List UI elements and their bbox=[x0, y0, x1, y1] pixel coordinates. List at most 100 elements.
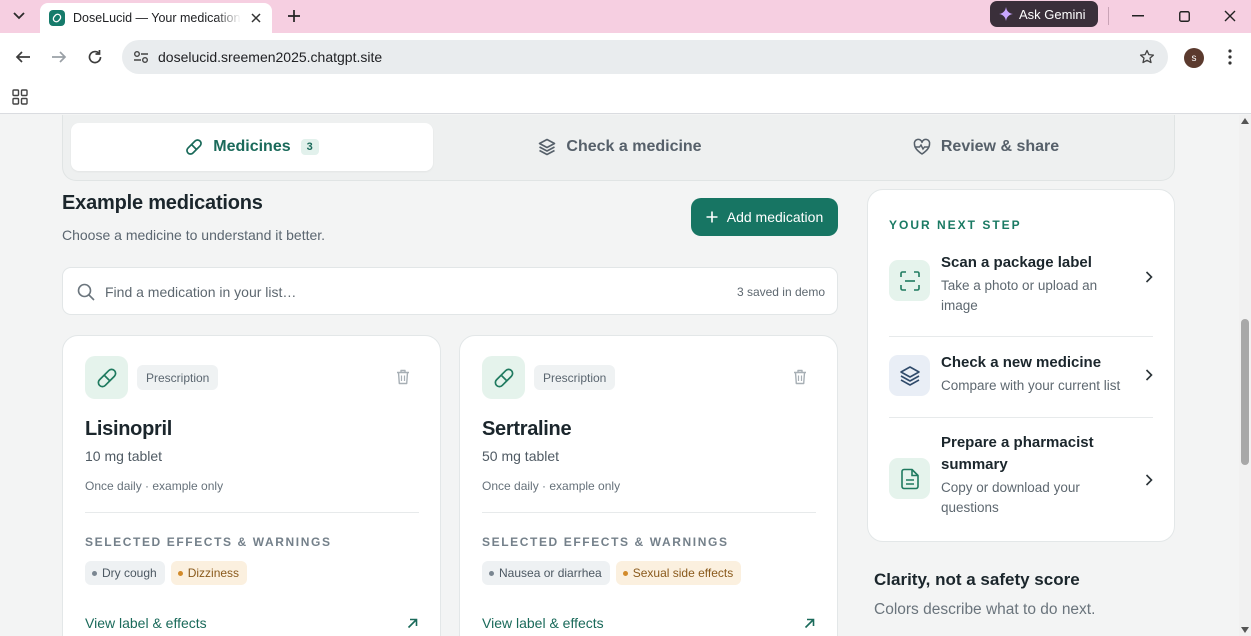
medicines-count-badge: 3 bbox=[300, 139, 319, 155]
page-scrollbar[interactable] bbox=[1239, 115, 1251, 636]
medication-dose: 50 mg tablet bbox=[482, 448, 560, 464]
forward-arrow-icon[interactable] bbox=[47, 45, 71, 69]
card-divider bbox=[85, 512, 419, 513]
view-label-link[interactable]: View label & effects bbox=[85, 615, 207, 631]
plus-icon bbox=[706, 211, 718, 223]
search-input[interactable] bbox=[105, 281, 665, 303]
step-title: Check a new medicine bbox=[941, 354, 1102, 371]
medication-frequency: Once daily · example only bbox=[482, 479, 621, 493]
page-subtitle: Choose a medicine to understand it bette… bbox=[62, 227, 326, 243]
scroll-thumb[interactable] bbox=[1241, 319, 1249, 465]
bookmarks-bar bbox=[0, 81, 1251, 114]
chip-dot bbox=[489, 570, 494, 576]
next-step-panel: YOUR NEXT STEP Scan a package label Take… bbox=[867, 189, 1175, 542]
step-description: Copy or download your questions bbox=[941, 480, 1080, 515]
effect-chip-label: Dry cough bbox=[102, 566, 157, 580]
profile-avatar[interactable]: s bbox=[1184, 48, 1204, 68]
prescription-tag: Prescription bbox=[137, 365, 219, 390]
add-medication-button[interactable]: Add medication bbox=[691, 198, 838, 236]
medication-frequency: Once daily · example only bbox=[85, 479, 224, 493]
new-tab-plus-icon[interactable] bbox=[283, 5, 305, 27]
ask-gemini-label: Ask Gemini bbox=[1019, 6, 1086, 22]
effects-chips: Nausea or diarrhea Sexual side effects bbox=[482, 561, 742, 585]
tab-check-medicine[interactable]: Check a medicine bbox=[435, 123, 805, 171]
section-tabs: Medicines 3 Check a medicine Review & sh… bbox=[62, 115, 1175, 181]
next-step-eyebrow: YOUR NEXT STEP bbox=[889, 218, 1022, 232]
effects-chips: Dry cough Dizziness bbox=[85, 561, 248, 585]
tab-check-medicine-label: Check a medicine bbox=[566, 138, 702, 155]
chevron-right-icon bbox=[1145, 473, 1153, 491]
chevron-right-icon bbox=[1145, 368, 1153, 386]
scan-icon bbox=[889, 260, 930, 301]
warning-chip: Dizziness bbox=[170, 561, 248, 585]
tab-title: DoseLucid — Your medications bbox=[73, 11, 241, 25]
chip-dot bbox=[177, 570, 183, 576]
favicon-icon bbox=[49, 10, 65, 26]
page-title: Example medications bbox=[62, 192, 263, 214]
clarity-heading: Clarity, not a safety score bbox=[874, 570, 1080, 589]
window-close-icon[interactable] bbox=[1217, 4, 1243, 28]
tab-list-chevron-icon[interactable] bbox=[8, 5, 30, 27]
more-menu-icon[interactable] bbox=[1220, 46, 1240, 68]
step-divider bbox=[889, 336, 1153, 337]
site-info-icon[interactable] bbox=[132, 48, 150, 66]
minimize-icon[interactable] bbox=[1125, 4, 1151, 28]
pill-icon bbox=[85, 356, 128, 399]
chip-dot bbox=[92, 570, 97, 576]
scroll-down-arrow-icon[interactable] bbox=[1241, 627, 1249, 633]
medication-card[interactable]: Prescription Sertraline 50 mg tablet Onc… bbox=[459, 335, 838, 636]
tab-medicines[interactable]: Medicines 3 bbox=[71, 123, 433, 171]
chip-dot bbox=[622, 570, 628, 576]
back-arrow-icon[interactable] bbox=[11, 45, 35, 69]
effects-heading: SELECTED EFFECTS & WARNINGS bbox=[482, 535, 729, 549]
medication-name: Sertraline bbox=[482, 418, 572, 440]
layers-icon bbox=[889, 355, 930, 396]
step-check-new-medicine[interactable]: Check a new medicine Compare with your c… bbox=[889, 352, 1153, 402]
browser-tabstrip: DoseLucid — Your medications Ask Gemini bbox=[0, 0, 1251, 33]
clarity-subtitle: Colors describe what to do next. bbox=[874, 601, 1096, 618]
sparkle-icon bbox=[999, 7, 1013, 21]
effects-heading: SELECTED EFFECTS & WARNINGS bbox=[85, 535, 332, 549]
view-label-link[interactable]: View label & effects bbox=[482, 615, 604, 631]
reload-icon[interactable] bbox=[83, 45, 107, 69]
scroll-up-arrow-icon[interactable] bbox=[1241, 118, 1249, 124]
chrome-divider bbox=[1108, 7, 1109, 25]
document-icon bbox=[889, 458, 930, 499]
chevron-right-icon bbox=[1145, 270, 1153, 288]
warning-chip-label: Dizziness bbox=[187, 566, 240, 580]
ask-gemini-button[interactable]: Ask Gemini bbox=[990, 1, 1098, 27]
close-icon[interactable] bbox=[248, 10, 264, 26]
trash-icon[interactable] bbox=[793, 369, 807, 390]
step-description: Take a photo or upload an image bbox=[941, 278, 1098, 313]
saved-count: 3 saved in demo bbox=[736, 285, 825, 299]
pill-icon bbox=[186, 139, 203, 155]
card-divider bbox=[482, 512, 816, 513]
step-description: Compare with your current list bbox=[941, 378, 1121, 393]
medication-search: 3 saved in demo bbox=[62, 267, 838, 315]
browser-tab[interactable]: DoseLucid — Your medications bbox=[40, 3, 272, 33]
arrow-up-right-icon[interactable] bbox=[407, 616, 418, 634]
step-pharmacist-summary[interactable]: Prepare a pharmacist summary Copy or dow… bbox=[889, 433, 1153, 528]
url-text: doselucid.sreemen2025.chatgpt.site bbox=[158, 49, 383, 65]
medication-dose: 10 mg tablet bbox=[85, 448, 163, 464]
address-bar[interactable]: doselucid.sreemen2025.chatgpt.site bbox=[122, 40, 1168, 74]
step-scan-label[interactable]: Scan a package label Take a photo or upl… bbox=[889, 250, 1153, 320]
tab-review-share[interactable]: Review & share bbox=[805, 123, 1167, 171]
warning-chip-label: Sexual side effects bbox=[632, 566, 734, 580]
heart-pulse-icon bbox=[913, 138, 931, 155]
pill-icon bbox=[482, 356, 525, 399]
tab-review-share-label: Review & share bbox=[940, 138, 1060, 155]
arrow-up-right-icon[interactable] bbox=[804, 616, 815, 634]
effect-chip-label: Nausea or diarrhea bbox=[499, 566, 602, 580]
apps-grid-icon[interactable] bbox=[11, 88, 29, 106]
browser-toolbar: doselucid.sreemen2025.chatgpt.site s bbox=[0, 33, 1251, 81]
tab-medicines-label: Medicines bbox=[213, 138, 291, 155]
step-divider bbox=[889, 417, 1153, 418]
effect-chip: Nausea or diarrhea bbox=[482, 561, 610, 585]
add-medication-label: Add medication bbox=[726, 209, 824, 225]
medication-card[interactable]: Prescription Lisinopril 10 mg tablet Onc… bbox=[62, 335, 441, 636]
bookmark-star-icon[interactable] bbox=[1138, 48, 1156, 66]
trash-icon[interactable] bbox=[396, 369, 410, 390]
maximize-icon[interactable] bbox=[1171, 4, 1197, 28]
medication-name: Lisinopril bbox=[85, 418, 173, 440]
